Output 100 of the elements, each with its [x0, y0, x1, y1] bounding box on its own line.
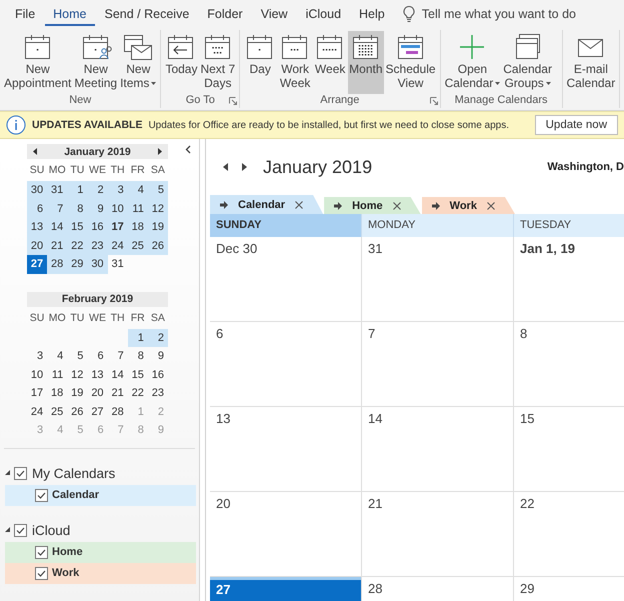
close-icon[interactable]	[295, 200, 304, 208]
date-cell[interactable]: 15	[128, 366, 148, 384]
close-icon[interactable]	[392, 202, 401, 210]
date-cell[interactable]: 4	[47, 347, 68, 366]
date-cell[interactable]: 5	[67, 347, 88, 366]
date-cell[interactable]: 15	[67, 218, 88, 236]
date-cell[interactable]: 3	[27, 347, 48, 366]
expand-icon[interactable]	[5, 470, 10, 477]
date-cell[interactable]: 6	[27, 200, 48, 218]
day-number[interactable]: 13	[210, 407, 361, 431]
date-cell[interactable]: 23	[148, 384, 168, 402]
date-cell[interactable]: 11	[128, 200, 148, 218]
date-cell[interactable]: 29	[67, 255, 88, 274]
date-cell[interactable]: 21	[47, 236, 68, 255]
ribbon-button[interactable]: Open Calendar	[444, 31, 502, 94]
date-cell[interactable]: 1	[128, 328, 148, 347]
date-cell[interactable]: 8	[128, 347, 148, 366]
date-cell[interactable]: 24	[108, 236, 128, 255]
update-now-button[interactable]: Update now	[534, 115, 618, 135]
date-cell[interactable]: 26	[148, 236, 168, 255]
checkbox[interactable]	[14, 467, 27, 480]
day-number[interactable]: 28	[362, 577, 513, 601]
previous-icon[interactable]	[223, 163, 228, 171]
day-number[interactable]: 14	[362, 407, 513, 431]
date-cell[interactable]: 9	[87, 200, 108, 218]
date-cell[interactable]: 31	[108, 255, 128, 274]
date-cell[interactable]: 19	[148, 218, 168, 236]
calendar-item[interactable]: Work	[5, 562, 196, 584]
date-cell[interactable]: 16	[148, 366, 168, 384]
calendar-tab[interactable]: Home	[324, 197, 421, 214]
calendar-tab[interactable]: Calendar	[210, 195, 324, 214]
date-cell[interactable]: 3	[108, 181, 128, 200]
weather-location[interactable]: Washington, D	[547, 161, 624, 173]
tell-me-field[interactable]: Tell me what you want to do	[420, 5, 600, 23]
day-number[interactable]: 8	[514, 322, 624, 346]
ribbon-button[interactable]: Day	[243, 31, 278, 94]
calendar-item[interactable]: Calendar	[5, 484, 196, 506]
ribbon-button[interactable]: New Items	[119, 31, 158, 94]
day-number[interactable]: 29	[514, 577, 624, 601]
date-cell[interactable]: 12	[148, 200, 168, 218]
date-cell[interactable]: 23	[87, 236, 108, 255]
date-cell[interactable]: 13	[87, 366, 108, 384]
date-cell[interactable]: 19	[67, 384, 88, 402]
day-number[interactable]: 6	[210, 322, 361, 346]
date-cell[interactable]: 1	[67, 181, 88, 200]
date-cell[interactable]: 14	[108, 366, 128, 384]
menu-tab[interactable]: Folder	[199, 2, 251, 26]
day-number[interactable]: 7	[362, 322, 513, 346]
day-number[interactable]: 21	[362, 492, 513, 516]
date-cell[interactable]: 20	[87, 384, 108, 402]
menu-tab[interactable]: Home	[45, 2, 94, 26]
launcher-icon[interactable]	[229, 97, 238, 105]
menu-tab[interactable]: File	[7, 2, 44, 26]
checkbox[interactable]	[35, 546, 48, 558]
day-number[interactable]: Jan 1, 19	[514, 237, 624, 261]
date-cell[interactable]: 8	[67, 200, 88, 218]
date-cell[interactable]: 6	[87, 347, 108, 366]
collapse-icon[interactable]	[185, 145, 192, 154]
ribbon-button[interactable]: Today	[164, 31, 198, 94]
ribbon-button[interactable]: New Meeting	[73, 31, 118, 94]
ribbon-button[interactable]: Work Week	[278, 31, 312, 94]
date-cell[interactable]: 30	[27, 181, 48, 200]
checkbox[interactable]	[35, 488, 48, 502]
ribbon-button[interactable]: Month	[348, 31, 384, 94]
date-cell[interactable]: 7	[47, 200, 68, 218]
day-number[interactable]: Dec 30	[210, 237, 361, 261]
close-icon[interactable]	[486, 202, 495, 210]
day-number[interactable]: 31	[362, 237, 513, 261]
calendar-tab[interactable]: Work	[422, 197, 515, 214]
ribbon-button[interactable]: Next 7 Days	[199, 31, 236, 94]
date-cell[interactable]: 18	[128, 218, 148, 236]
launcher-icon[interactable]	[430, 97, 438, 105]
date-cell[interactable]: 25	[128, 236, 148, 255]
date-cell[interactable]: 4	[128, 181, 148, 200]
date-cell[interactable]: 11	[47, 366, 68, 384]
menu-tab[interactable]: Send / Receive	[96, 2, 198, 26]
date-cell[interactable]: 2	[87, 181, 108, 200]
date-cell[interactable]: 30	[87, 255, 108, 274]
menu-tab[interactable]: View	[252, 2, 296, 26]
date-cell[interactable]: 28	[47, 255, 68, 274]
date-cell[interactable]: 27	[27, 255, 48, 274]
date-cell[interactable]: 27	[87, 402, 108, 421]
day-number[interactable]: 27	[210, 577, 361, 601]
previous-month-icon[interactable]	[33, 148, 37, 155]
date-cell[interactable]: 21	[108, 384, 128, 402]
calendar-item[interactable]: Home	[5, 542, 196, 562]
date-cell[interactable]: 20	[27, 236, 48, 255]
date-cell[interactable]: 2	[148, 328, 168, 347]
date-cell[interactable]: 7	[108, 347, 128, 366]
date-cell[interactable]: 10	[27, 366, 48, 384]
date-cell[interactable]: 9	[148, 347, 168, 366]
date-cell[interactable]: 24	[27, 402, 48, 421]
date-cell[interactable]: 22	[67, 236, 88, 255]
ribbon-button[interactable]: Week	[313, 31, 348, 94]
ribbon-button[interactable]: E-mail Calendar	[566, 31, 616, 94]
ribbon-button[interactable]: Calendar Groups	[502, 31, 553, 94]
date-cell[interactable]: 31	[47, 181, 68, 200]
menu-tab[interactable]: iCloud	[298, 2, 350, 26]
date-cell[interactable]: 16	[87, 218, 108, 236]
next-month-icon[interactable]	[158, 148, 162, 155]
